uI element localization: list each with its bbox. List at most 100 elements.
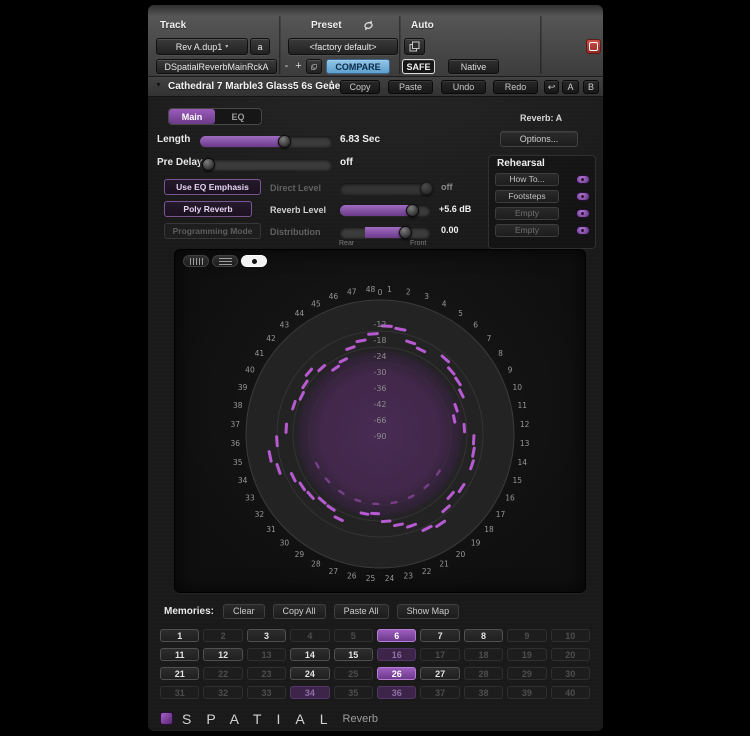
memory-slot-8[interactable]: 8 xyxy=(464,629,503,642)
length-slider-track[interactable] xyxy=(200,136,332,147)
memory-slot-35[interactable]: 35 xyxy=(334,686,373,699)
memory-slot-20[interactable]: 20 xyxy=(551,648,590,661)
reverb-level-slider[interactable] xyxy=(340,204,430,217)
memory-slot-34[interactable]: 34 xyxy=(290,686,329,699)
memory-slot-28[interactable]: 28 xyxy=(464,667,503,680)
memory-slot-29[interactable]: 29 xyxy=(507,667,546,680)
memory-slot-31[interactable]: 31 xyxy=(160,686,199,699)
spinner-down-icon[interactable]: ▾ xyxy=(330,86,333,93)
tab-eq[interactable]: EQ xyxy=(215,109,261,124)
memory-action-clear[interactable]: Clear xyxy=(223,604,265,619)
svg-text:38: 38 xyxy=(233,401,243,410)
memory-slot-5[interactable]: 5 xyxy=(334,629,373,642)
settings-menu-button[interactable] xyxy=(306,59,322,74)
length-slider[interactable] xyxy=(200,135,332,148)
librarian-button[interactable] xyxy=(404,38,425,55)
current-setting-name[interactable]: Cathedral 7 Marble3 Glass5 6s Generic xyxy=(168,81,353,92)
target-button[interactable] xyxy=(586,39,601,54)
memory-slot-7[interactable]: 7 xyxy=(420,629,459,642)
memory-slot-27[interactable]: 27 xyxy=(420,667,459,680)
rehearsal-trigger-icon[interactable] xyxy=(576,226,590,235)
compare-button[interactable]: COMPARE xyxy=(326,59,390,74)
setting-b-button[interactable]: B xyxy=(583,80,599,94)
reverb-level-slider-knob[interactable] xyxy=(406,204,419,217)
rehearsal-trigger-icon[interactable] xyxy=(576,175,590,184)
tab-main[interactable]: Main xyxy=(169,109,215,124)
memory-slot-39[interactable]: 39 xyxy=(507,686,546,699)
redo-button[interactable]: Redo xyxy=(493,80,538,94)
revert-button[interactable]: ↩ xyxy=(544,80,559,94)
rehearsal-item-2[interactable]: Empty xyxy=(495,207,559,220)
memory-slot-36[interactable]: 36 xyxy=(377,686,416,699)
memory-slot-4[interactable]: 4 xyxy=(290,629,329,642)
memory-slot-3[interactable]: 3 xyxy=(247,629,286,642)
pre-delay-slider[interactable] xyxy=(200,158,332,171)
copy-button[interactable]: Copy xyxy=(340,80,380,94)
memory-slot-11[interactable]: 11 xyxy=(160,648,199,661)
preset-cycle-icon[interactable] xyxy=(362,19,375,32)
pre-delay-slider-track[interactable] xyxy=(200,159,332,170)
memory-slot-9[interactable]: 9 xyxy=(507,629,546,642)
settings-flyout-icon[interactable]: ▼ xyxy=(155,82,162,89)
memory-slot-22[interactable]: 22 xyxy=(203,667,242,680)
distribution-slider-track[interactable] xyxy=(340,227,430,238)
spinner-up-icon[interactable]: ▴ xyxy=(330,79,333,86)
track-selector[interactable]: Rev A.dup1 ▾ xyxy=(156,38,248,55)
memory-slot-37[interactable]: 37 xyxy=(420,686,459,699)
options-button[interactable]: Options... xyxy=(500,131,578,147)
rehearsal-item-3[interactable]: Empty xyxy=(495,224,559,237)
memory-slot-32[interactable]: 32 xyxy=(203,686,242,699)
memory-slot-30[interactable]: 30 xyxy=(551,667,590,680)
undo-button[interactable]: Undo xyxy=(441,80,486,94)
safe-button[interactable]: SAFE xyxy=(402,59,435,74)
pre-delay-slider-knob[interactable] xyxy=(202,158,215,171)
memory-slot-19[interactable]: 19 xyxy=(507,648,546,661)
rehearsal-trigger-icon[interactable] xyxy=(576,192,590,201)
direct-level-slider-knob[interactable] xyxy=(420,182,433,195)
poly-reverb-button[interactable]: Poly Reverb xyxy=(164,201,252,217)
plugin-selector[interactable]: DSpatialReverbMainRckA xyxy=(156,59,277,74)
svg-text:43: 43 xyxy=(280,320,290,329)
memory-slot-26[interactable]: 26 xyxy=(377,667,416,680)
preset-decrement-button[interactable]: - xyxy=(281,59,292,74)
memory-slot-10[interactable]: 10 xyxy=(551,629,590,642)
memory-slot-18[interactable]: 18 xyxy=(464,648,503,661)
use-eq-emphasis-button[interactable]: Use EQ Emphasis xyxy=(164,179,261,195)
memory-slot-16[interactable]: 16 xyxy=(377,648,416,661)
memory-slot-15[interactable]: 15 xyxy=(334,648,373,661)
memory-slot-2[interactable]: 2 xyxy=(203,629,242,642)
memory-slot-24[interactable]: 24 xyxy=(290,667,329,680)
programming-mode-button[interactable]: Programming Mode xyxy=(164,223,261,239)
rehearsal-trigger-icon[interactable] xyxy=(576,209,590,218)
memory-slot-14[interactable]: 14 xyxy=(290,648,329,661)
rehearsal-item-1[interactable]: Footsteps xyxy=(495,190,559,203)
memory-slot-25[interactable]: 25 xyxy=(334,667,373,680)
distribution-slider-knob[interactable] xyxy=(399,226,412,239)
distribution-slider[interactable] xyxy=(340,226,430,239)
playlist-selector[interactable]: a xyxy=(250,38,270,55)
radar-display[interactable]: 1234567891011121314151617181920212223242… xyxy=(175,250,587,592)
memory-slot-6[interactable]: 6 xyxy=(377,629,416,642)
preset-selector[interactable]: <factory default> xyxy=(288,38,398,55)
direct-level-slider[interactable] xyxy=(340,182,430,195)
memory-action-show-map[interactable]: Show Map xyxy=(397,604,460,619)
direct-level-slider-track[interactable] xyxy=(340,183,430,194)
rehearsal-item-0[interactable]: How To... xyxy=(495,173,559,186)
memory-slot-33[interactable]: 33 xyxy=(247,686,286,699)
paste-button[interactable]: Paste xyxy=(388,80,433,94)
memory-slot-23[interactable]: 23 xyxy=(247,667,286,680)
memory-slot-1[interactable]: 1 xyxy=(160,629,199,642)
setting-a-button[interactable]: A xyxy=(562,80,579,94)
memory-slot-21[interactable]: 21 xyxy=(160,667,199,680)
memory-slot-17[interactable]: 17 xyxy=(420,648,459,661)
preset-increment-button[interactable]: + xyxy=(293,59,304,74)
memory-slot-12[interactable]: 12 xyxy=(203,648,242,661)
memory-slot-40[interactable]: 40 xyxy=(551,686,590,699)
memory-action-paste-all[interactable]: Paste All xyxy=(334,604,389,619)
memory-slot-38[interactable]: 38 xyxy=(464,686,503,699)
native-button[interactable]: Native xyxy=(448,59,499,74)
memory-action-copy-all[interactable]: Copy All xyxy=(273,604,326,619)
memory-slot-13[interactable]: 13 xyxy=(247,648,286,661)
svg-text:-66: -66 xyxy=(373,416,386,425)
setting-spinner[interactable]: ▴ ▾ xyxy=(330,79,333,93)
